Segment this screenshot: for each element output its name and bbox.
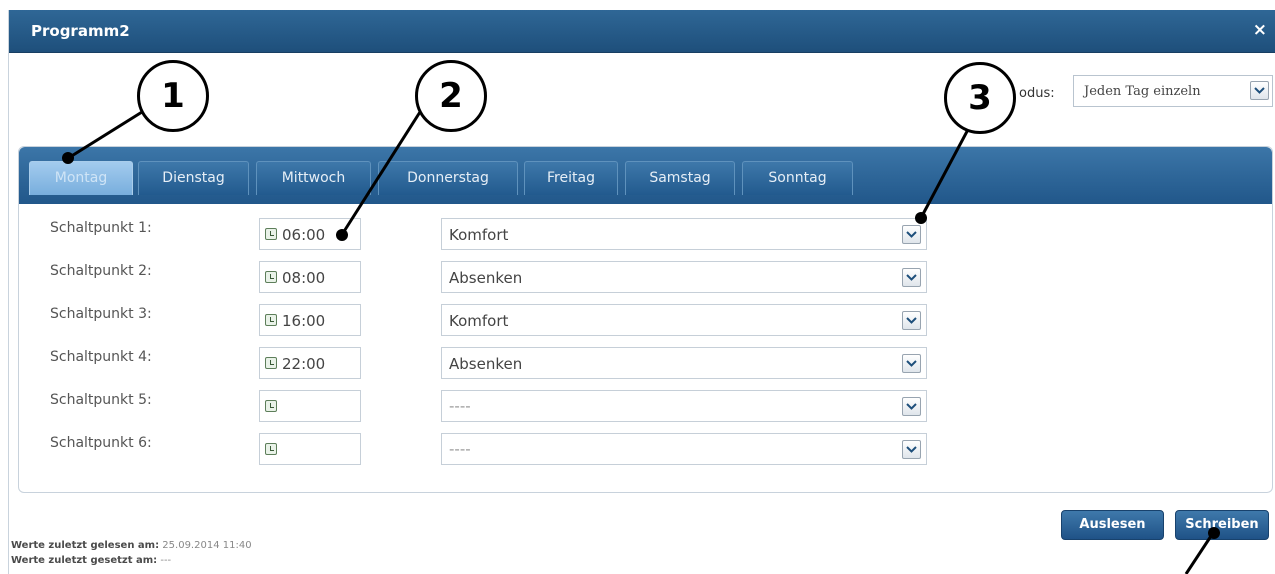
- callout-3: 3: [944, 62, 1016, 134]
- callout-2-dot: [336, 229, 348, 241]
- callout-4-line: [1184, 532, 1215, 574]
- callout-2: 2: [415, 60, 487, 132]
- callout-1: 1: [137, 60, 209, 132]
- callout-2-line: [341, 111, 422, 234]
- callout-3-dot: [915, 212, 927, 224]
- callout-3-line: [920, 121, 974, 217]
- callout-4-dot: [1208, 527, 1220, 539]
- callout-1-dot: [62, 152, 74, 164]
- callout-1-line: [69, 110, 143, 159]
